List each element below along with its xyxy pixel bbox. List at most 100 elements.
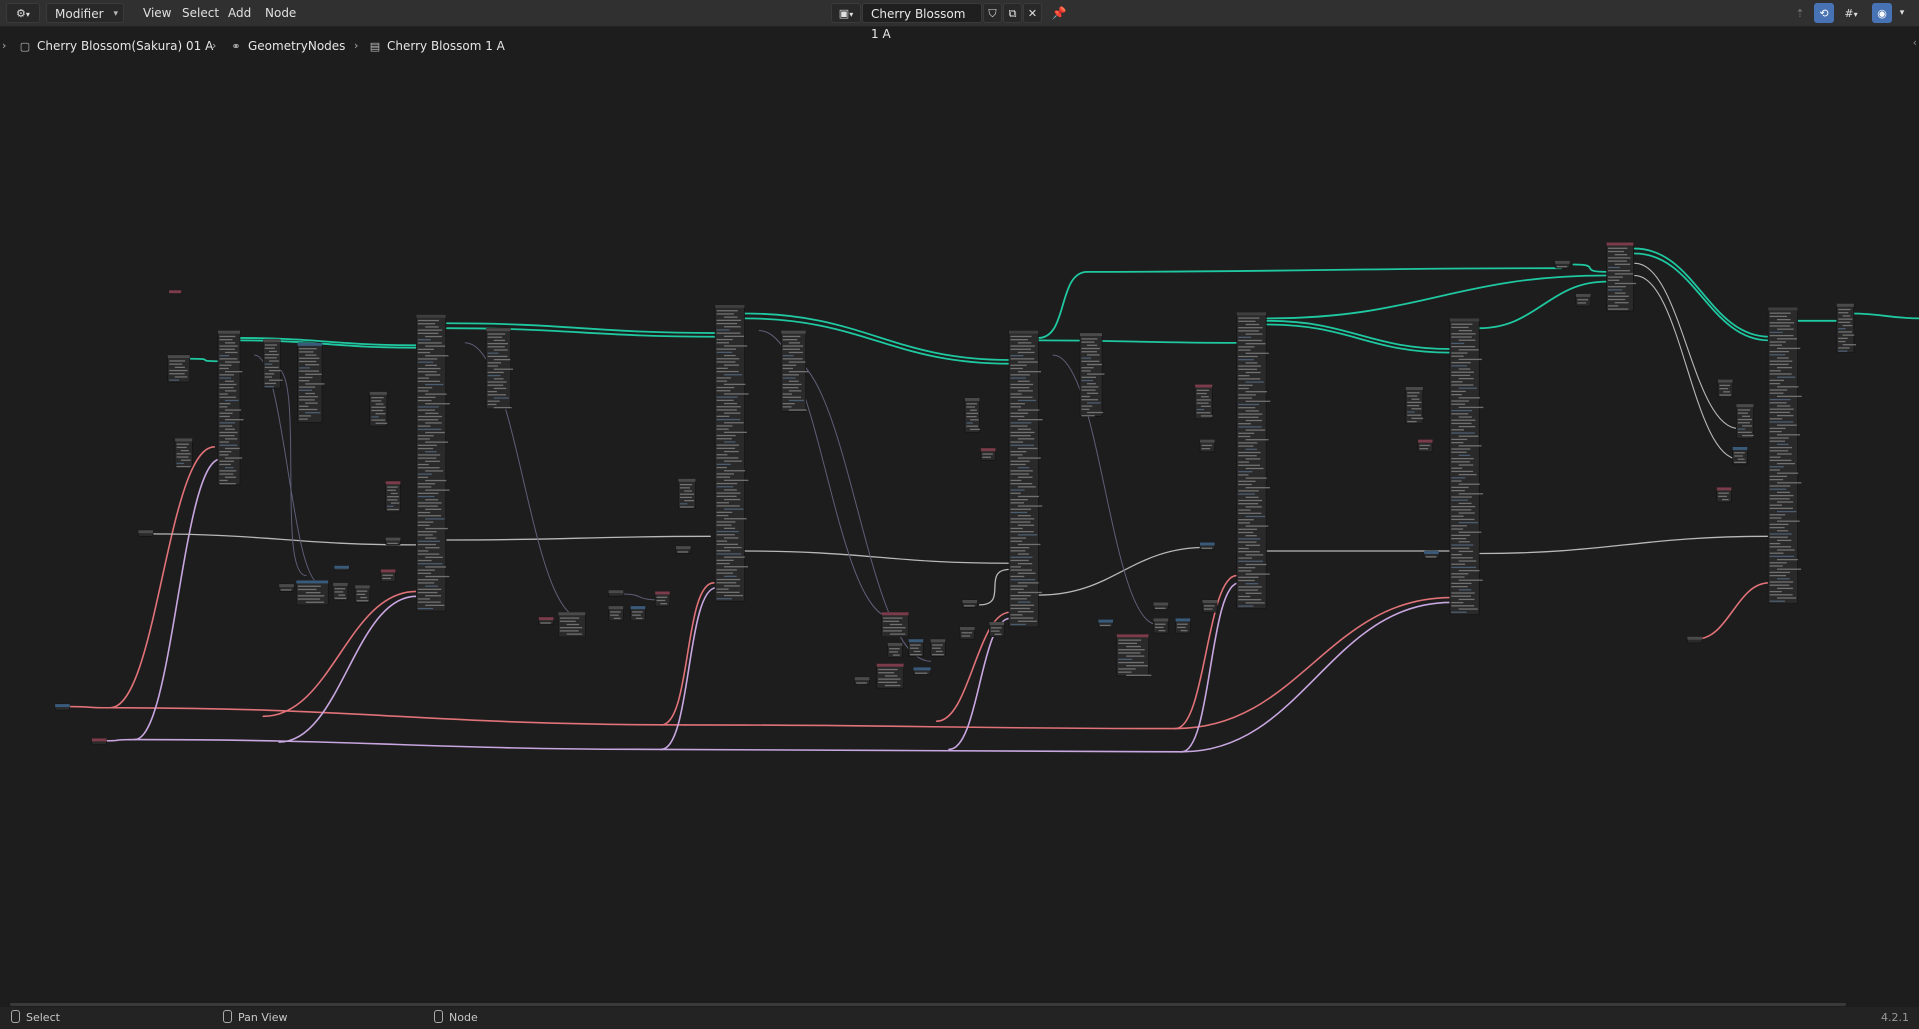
node-49[interactable] (1202, 599, 1218, 613)
overlay-button[interactable]: ◉ (1872, 3, 1892, 23)
node-41[interactable] (1008, 330, 1043, 628)
editor-type-button[interactable]: ⚙▾ (6, 3, 40, 23)
node-37[interactable] (959, 626, 976, 640)
node-27[interactable] (675, 545, 691, 554)
node-26[interactable] (678, 478, 696, 509)
node-10[interactable] (385, 480, 401, 513)
node-editor-header: ⚙▾ Modifier ▾ View Select Add Node ▣▾ Ch… (0, 0, 1919, 41)
unlink-button[interactable]: ✕ (1023, 3, 1042, 23)
node-28[interactable] (714, 304, 749, 602)
node-1[interactable] (167, 354, 191, 383)
node-20[interactable] (538, 616, 554, 625)
node-65[interactable] (1716, 487, 1732, 503)
node-23[interactable] (608, 605, 624, 622)
snap-options-button[interactable]: #▾ (1836, 3, 1866, 23)
node-63[interactable] (1736, 403, 1754, 439)
overlay-options-button[interactable]: ▾ (1895, 3, 1909, 23)
node-44[interactable] (1098, 619, 1114, 628)
node-46[interactable] (1153, 602, 1169, 611)
node-16[interactable] (333, 565, 350, 571)
snap-button[interactable]: ⟲ (1814, 3, 1834, 23)
node-tree-browse-button[interactable]: ▣▾ (831, 3, 861, 23)
node-64[interactable] (1732, 446, 1748, 465)
node-57[interactable] (1449, 318, 1484, 615)
node-55[interactable] (1417, 439, 1433, 453)
node-12[interactable] (296, 580, 329, 606)
version-label: 4.2.1 (1881, 1011, 1909, 1024)
node-43[interactable] (1079, 332, 1105, 417)
node-60[interactable] (1606, 242, 1637, 312)
node-53[interactable] (1236, 311, 1271, 609)
node-56[interactable] (1423, 550, 1440, 559)
duplicate-button[interactable]: ⧉ (1003, 3, 1022, 23)
menu-view[interactable]: View (137, 3, 177, 23)
node-34[interactable] (854, 676, 870, 685)
node-8[interactable] (297, 342, 325, 423)
node-13[interactable] (332, 582, 349, 601)
node-6[interactable] (217, 330, 244, 486)
overlay-icon: ◉ (1877, 7, 1887, 20)
menu-node[interactable]: Node (259, 3, 302, 23)
node-24[interactable] (630, 605, 646, 622)
node-59[interactable] (1575, 293, 1591, 307)
node-45[interactable] (1116, 633, 1152, 677)
gray-link (1037, 546, 1207, 596)
float-link (1695, 582, 1771, 640)
node-5[interactable] (91, 738, 107, 745)
parent-button[interactable]: ⇡ (1790, 3, 1810, 23)
node-35[interactable] (876, 663, 904, 689)
node-42[interactable] (989, 621, 1005, 638)
node-62[interactable] (1717, 379, 1733, 398)
node-58[interactable] (1554, 260, 1571, 269)
pin-button[interactable]: 📌 (1049, 3, 1069, 23)
node-29[interactable] (780, 330, 809, 412)
node-17[interactable] (385, 537, 401, 546)
node-tree-name-field[interactable]: Cherry Blossom 1 A (862, 3, 982, 41)
status-bar: Select Pan View Node 4.2.1 (0, 1007, 1919, 1029)
node-48[interactable] (1175, 618, 1191, 634)
node-editor-icon: ⚙ (16, 7, 26, 20)
node-0[interactable] (168, 289, 182, 295)
node-25[interactable] (654, 591, 671, 607)
node-32[interactable] (908, 638, 924, 657)
float-link (66, 705, 112, 709)
fake-user-button[interactable]: ⛉ (983, 3, 1002, 23)
node-15[interactable] (380, 569, 396, 582)
menu-add[interactable]: Add (222, 3, 257, 23)
node-editor-canvas[interactable] (0, 27, 1919, 1005)
float-link (109, 446, 216, 709)
node-52[interactable] (1199, 542, 1216, 551)
node-18[interactable] (416, 314, 450, 612)
node-14[interactable] (354, 585, 371, 603)
vector-link (660, 748, 1183, 753)
pin-icon: 📌 (1051, 6, 1067, 20)
node-50[interactable] (1194, 384, 1213, 420)
node-31[interactable] (887, 642, 903, 658)
float-link (109, 706, 687, 726)
node-51[interactable] (1199, 439, 1216, 453)
node-19[interactable] (485, 327, 514, 410)
node-61[interactable] (1687, 636, 1703, 644)
node-9[interactable] (369, 391, 388, 427)
node-7[interactable] (262, 338, 283, 389)
node-67[interactable] (1836, 303, 1857, 353)
node-66[interactable] (1767, 307, 1802, 604)
mode-dropdown[interactable]: Modifier ▾ (46, 3, 124, 23)
node-36[interactable] (913, 667, 931, 675)
menu-select[interactable]: Select (176, 3, 225, 23)
node-47[interactable] (1153, 618, 1169, 634)
node-38[interactable] (962, 599, 978, 608)
node-4[interactable] (54, 703, 71, 711)
node-22[interactable] (608, 589, 624, 597)
node-30[interactable] (881, 611, 909, 638)
node-2[interactable] (174, 438, 193, 469)
node-54[interactable] (1405, 386, 1424, 424)
node-33[interactable] (930, 638, 946, 657)
horizontal-scrollbar[interactable] (10, 1003, 1846, 1006)
geometry-link (1850, 312, 1919, 320)
node-3[interactable] (138, 529, 154, 537)
node-39[interactable] (964, 397, 981, 433)
node-11[interactable] (278, 583, 295, 592)
node-21[interactable] (558, 611, 586, 638)
node-40[interactable] (980, 447, 996, 461)
